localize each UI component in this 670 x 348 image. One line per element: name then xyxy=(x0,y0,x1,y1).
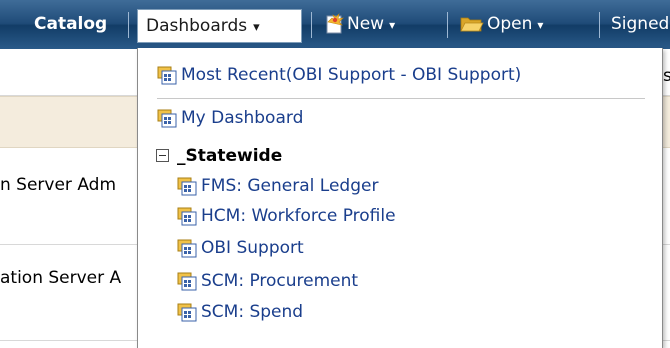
dashboard-icon xyxy=(177,272,197,291)
menu-item-label: My Dashboard xyxy=(181,108,304,128)
dashboard-icon xyxy=(177,303,197,322)
header-separator xyxy=(311,12,312,38)
dashboards-label: Dashboards xyxy=(146,16,248,36)
dashboards-menu-button[interactable]: Dashboards ▾ xyxy=(137,9,302,43)
chevron-down-icon: ▾ xyxy=(253,20,260,35)
background-partial-text: s xyxy=(663,66,670,86)
open-label: Open xyxy=(487,14,533,34)
chevron-down-icon: ▾ xyxy=(389,18,396,32)
new-label: New xyxy=(347,14,385,34)
group-label: _Statewide xyxy=(177,146,283,166)
header-separator xyxy=(599,12,600,38)
menu-item-label: OBI Support xyxy=(201,238,304,258)
menu-item-scm-procurement[interactable]: SCM: Procurement xyxy=(177,270,358,292)
dashboard-icon xyxy=(157,66,177,85)
dashboards-dropdown-menu: Most Recent(OBI Support - OBI Support) M… xyxy=(137,48,663,348)
menu-item-scm-spend[interactable]: SCM: Spend xyxy=(177,301,303,323)
menu-divider xyxy=(157,98,645,99)
background-row-text-2[interactable]: ation Server A xyxy=(0,268,121,288)
menu-item-label: Most Recent(OBI Support - OBI Support) xyxy=(181,65,522,85)
new-menu-button[interactable]: New ▾ xyxy=(323,0,395,49)
catalog-link[interactable]: Catalog xyxy=(34,0,107,49)
dashboard-icon xyxy=(177,239,197,258)
dashboard-icon xyxy=(177,177,197,196)
header-separator xyxy=(128,12,129,38)
background-row-text-1[interactable]: n Server Adm xyxy=(0,175,116,195)
menu-item-label: HCM: Workforce Profile xyxy=(201,206,396,226)
menu-item-my-dashboard[interactable]: My Dashboard xyxy=(157,107,303,129)
header-separator xyxy=(447,12,448,38)
menu-item-fms-general-ledger[interactable]: FMS: General Ledger xyxy=(177,175,378,197)
dashboard-icon xyxy=(157,109,177,128)
dashboard-icon xyxy=(177,207,197,226)
open-folder-icon xyxy=(460,17,484,32)
chevron-down-icon: ▾ xyxy=(537,18,544,32)
menu-item-label: SCM: Procurement xyxy=(201,271,359,291)
open-menu-button[interactable]: Open ▾ xyxy=(460,0,543,49)
new-document-icon xyxy=(326,13,344,34)
global-header: Catalog Dashboards ▾ New ▾ Open ▾ Signed xyxy=(0,0,670,49)
signed-in-status[interactable]: Signed xyxy=(611,0,669,49)
menu-item-label: FMS: General Ledger xyxy=(201,176,379,196)
menu-item-most-recent[interactable]: Most Recent(OBI Support - OBI Support) xyxy=(157,64,521,86)
menu-item-label: SCM: Spend xyxy=(201,302,304,322)
statewide-group-header[interactable]: _Statewide xyxy=(156,145,282,167)
menu-item-hcm-workforce-profile[interactable]: HCM: Workforce Profile xyxy=(177,205,396,227)
menu-item-obi-support[interactable]: OBI Support xyxy=(177,237,304,259)
collapse-toggle-icon[interactable] xyxy=(156,148,169,162)
